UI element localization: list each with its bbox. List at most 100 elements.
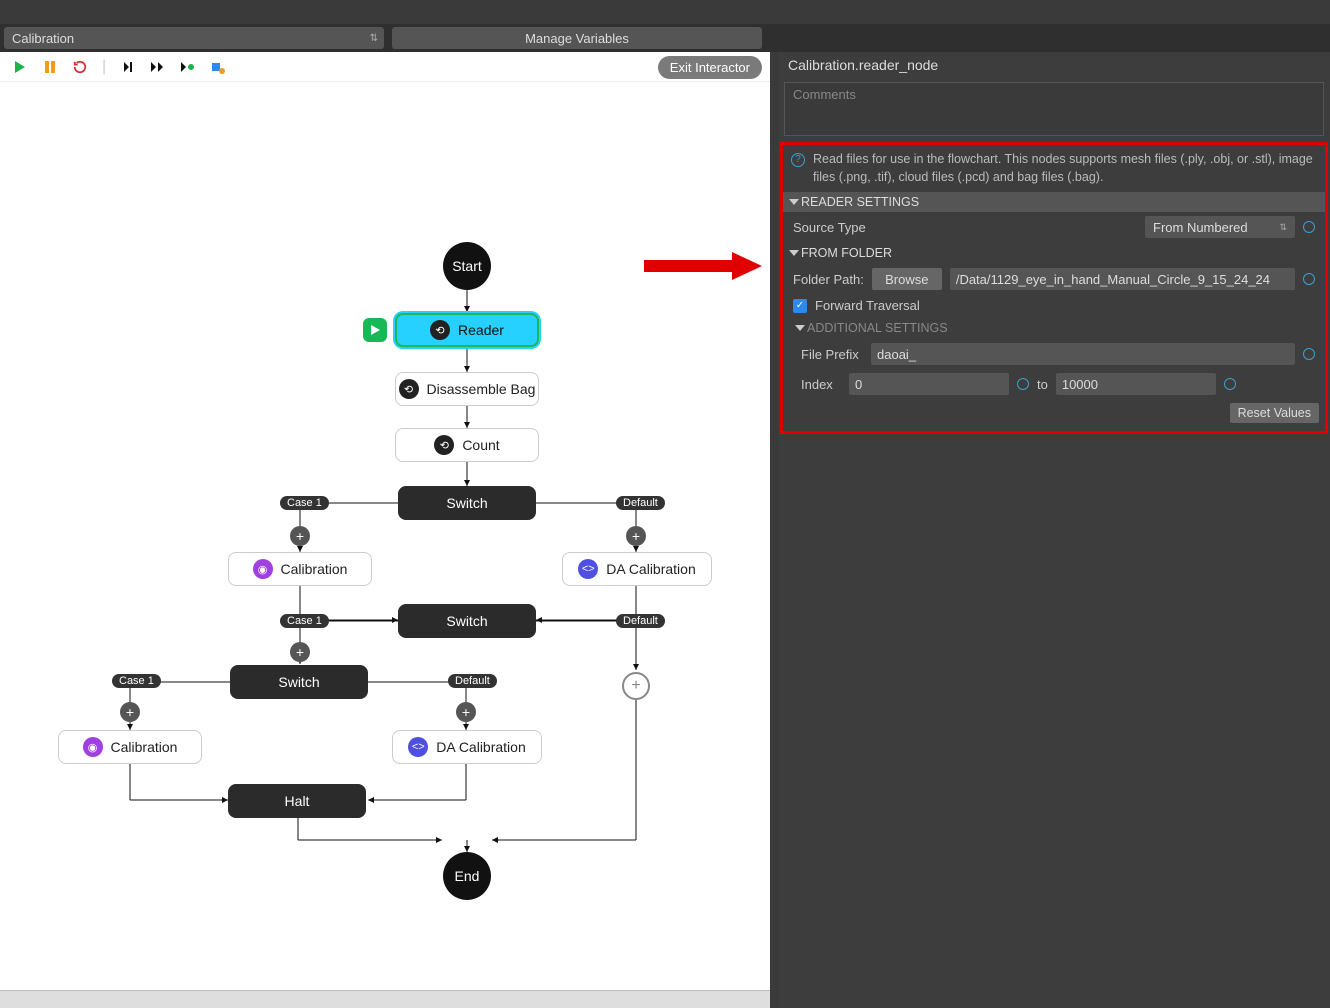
info-text: Read files for use in the flowchart. Thi… — [813, 151, 1317, 186]
node-count-label: Count — [462, 437, 499, 453]
add-branch-button[interactable]: + — [290, 526, 310, 546]
folder-path-input[interactable] — [950, 268, 1295, 290]
source-type-value: From Numbered — [1153, 220, 1248, 235]
node-icon: ⟲ — [434, 435, 454, 455]
node-switch-1[interactable]: Switch — [398, 486, 536, 520]
step-out-icon[interactable] — [180, 59, 196, 75]
run-toolbar: | — [0, 52, 770, 82]
window-titlebar-strip — [0, 0, 1330, 24]
node-calibration-2[interactable]: ◉ Calibration — [58, 730, 202, 764]
node-dacalib-label: DA Calibration — [606, 561, 696, 577]
chevron-updown-icon: ⇅ — [1279, 222, 1287, 233]
step-into-icon[interactable] — [120, 59, 136, 75]
node-halt[interactable]: Halt — [228, 784, 366, 818]
breakpoint-icon[interactable] — [210, 59, 226, 75]
node-start-label: Start — [452, 258, 482, 274]
node-switch-2[interactable]: Switch — [398, 604, 536, 638]
forward-traversal-label: Forward Traversal — [815, 298, 920, 313]
index-to-input[interactable] — [1056, 373, 1216, 395]
node-calibration-1[interactable]: ◉ Calibration — [228, 552, 372, 586]
default-label: Default — [448, 674, 497, 688]
chevron-updown-icon: ⇅ — [370, 33, 378, 44]
step-over-icon[interactable] — [150, 59, 166, 75]
flowchart-dropdown-value: Calibration — [12, 31, 74, 46]
default-label: Default — [616, 496, 665, 510]
calibration-icon: ◉ — [83, 737, 103, 757]
section-label: ADDITIONAL SETTINGS — [807, 321, 948, 335]
node-reader[interactable]: ⟲ Reader — [395, 313, 539, 347]
node-disassemble-bag[interactable]: ⟲ Disassemble Bag — [395, 372, 539, 406]
run-node-badge[interactable] — [363, 318, 387, 342]
highlighted-settings-region: ? Read files for use in the flowchart. T… — [780, 142, 1328, 434]
node-switch2-label: Switch — [446, 613, 487, 629]
link-indicator-icon[interactable] — [1303, 348, 1315, 360]
manage-variables-button[interactable]: Manage Variables — [392, 27, 762, 49]
add-branch-button[interactable]: + — [290, 642, 310, 662]
index-from-input[interactable] — [849, 373, 1009, 395]
code-icon: <> — [408, 737, 428, 757]
reset-values-button[interactable]: Reset Values — [1230, 403, 1319, 423]
add-branch-button[interactable]: + — [120, 702, 140, 722]
node-end-label: End — [455, 868, 480, 884]
source-type-label: Source Type — [793, 220, 1137, 235]
default-label: Default — [616, 614, 665, 628]
inspector-title: Calibration.reader_node — [778, 52, 1330, 78]
refresh-icon[interactable] — [72, 59, 88, 75]
node-end[interactable]: End — [443, 852, 491, 900]
section-from-folder[interactable]: FROM FOLDER — [783, 242, 1325, 264]
add-branch-button[interactable]: + — [626, 526, 646, 546]
play-icon[interactable] — [12, 59, 28, 75]
forward-traversal-checkbox[interactable]: ✓ — [793, 299, 807, 313]
node-disassemble-label: Disassemble Bag — [427, 381, 536, 397]
link-indicator-icon[interactable] — [1303, 273, 1315, 285]
flowchart-dropdown[interactable]: Calibration ⇅ — [4, 27, 384, 49]
exit-interactor-button[interactable]: Exit Interactor — [658, 56, 762, 79]
node-da-calibration-1[interactable]: <> DA Calibration — [562, 552, 712, 586]
file-prefix-label: File Prefix — [801, 347, 863, 362]
link-indicator-icon[interactable] — [1303, 221, 1315, 233]
node-switch1-label: Switch — [446, 495, 487, 511]
caret-down-icon — [795, 325, 805, 331]
browse-label: Browse — [885, 272, 928, 287]
browse-button[interactable]: Browse — [872, 268, 942, 290]
file-prefix-input[interactable] — [871, 343, 1295, 365]
node-halt-label: Halt — [285, 793, 310, 809]
caret-down-icon — [789, 199, 799, 205]
case-label: Case 1 — [112, 674, 161, 688]
node-icon: ⟲ — [430, 320, 450, 340]
node-calib-label: Calibration — [281, 561, 348, 577]
source-type-dropdown[interactable]: From Numbered ⇅ — [1145, 216, 1295, 238]
flow-canvas[interactable]: Start ⟲ Reader ⟲ Disassemble Bag ⟲ — [0, 82, 770, 990]
add-node-button[interactable]: + — [622, 672, 650, 700]
node-reader-label: Reader — [458, 322, 504, 338]
node-icon: ⟲ — [399, 379, 419, 399]
comments-textarea[interactable]: Comments — [784, 82, 1324, 136]
info-icon: ? — [791, 153, 805, 167]
pause-icon[interactable] — [42, 59, 58, 75]
link-indicator-icon[interactable] — [1224, 378, 1236, 390]
node-switch-3[interactable]: Switch — [230, 665, 368, 699]
caret-down-icon — [789, 250, 799, 256]
link-indicator-icon[interactable] — [1017, 378, 1029, 390]
case-label: Case 1 — [280, 614, 329, 628]
flow-edges — [0, 82, 770, 990]
calibration-icon: ◉ — [253, 559, 273, 579]
flowchart-pane: | Exit Interactor — [0, 52, 770, 1008]
node-dacalib2-label: DA Calibration — [436, 739, 526, 755]
manage-variables-label: Manage Variables — [525, 31, 629, 46]
toolbar-separator: | — [102, 58, 106, 76]
section-additional-settings[interactable]: ADDITIONAL SETTINGS — [783, 317, 1325, 339]
node-start[interactable]: Start — [443, 242, 491, 290]
add-branch-button[interactable]: + — [456, 702, 476, 722]
section-reader-settings[interactable]: READER SETTINGS — [783, 192, 1325, 212]
annotation-arrow — [644, 250, 764, 285]
section-label: FROM FOLDER — [801, 246, 892, 260]
node-da-calibration-2[interactable]: <> DA Calibration — [392, 730, 542, 764]
code-icon: <> — [578, 559, 598, 579]
node-count[interactable]: ⟲ Count — [395, 428, 539, 462]
inspector-panel: Calibration.reader_node Comments ? Read … — [778, 52, 1330, 1008]
node-switch3-label: Switch — [278, 674, 319, 690]
reset-values-label: Reset Values — [1238, 406, 1311, 420]
section-label: READER SETTINGS — [801, 195, 919, 209]
index-label: Index — [801, 377, 841, 392]
